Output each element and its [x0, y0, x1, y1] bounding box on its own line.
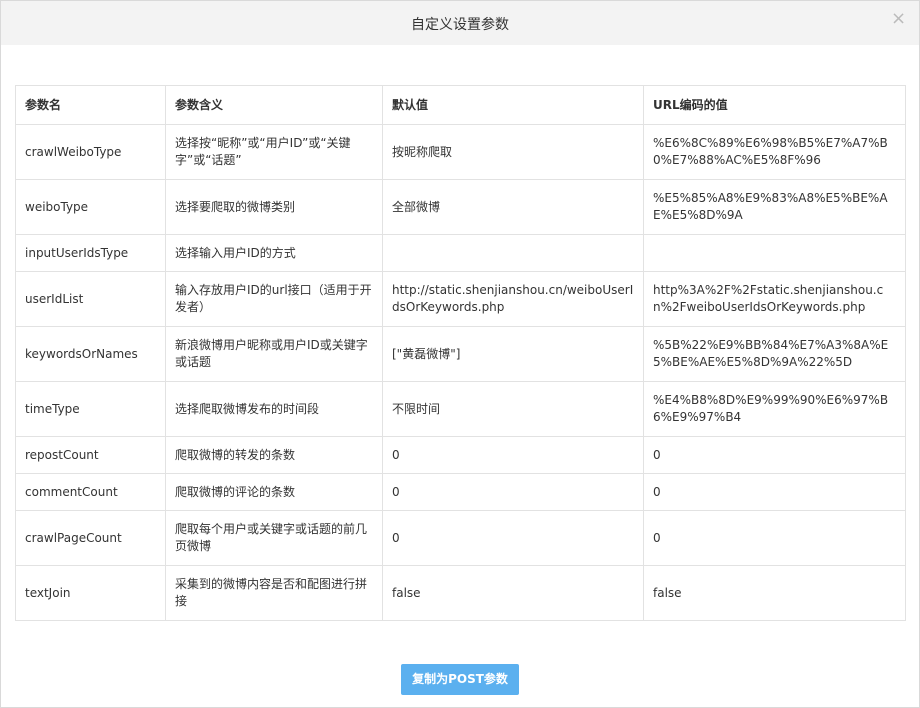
encoded-value-cell: 0: [643, 436, 906, 474]
default-value-cell: 全部微博: [382, 179, 644, 235]
param-name-cell: keywordsOrNames: [15, 326, 166, 382]
param-name-cell: inputUserIdsType: [15, 234, 166, 272]
table-row: crawlPageCount 爬取每个用户或关键字或话题的前几页微博 0 0: [15, 510, 906, 566]
table-row: weiboType 选择要爬取的微博类别 全部微博 %E5%85%A8%E9%8…: [15, 179, 906, 235]
encoded-value-cell: %E5%85%A8%E9%83%A8%E5%BE%AE%E5%8D%9A: [643, 179, 906, 235]
default-value-cell: 不限时间: [382, 381, 644, 437]
default-value-cell: ["黄磊微博"]: [382, 326, 644, 382]
encoded-value-cell: http%3A%2F%2Fstatic.shenjianshou.cn%2Fwe…: [643, 271, 906, 327]
param-meaning-cell: 选择爬取微博发布的时间段: [165, 381, 383, 437]
param-name-cell: timeType: [15, 381, 166, 437]
param-meaning-cell: 选择要爬取的微博类别: [165, 179, 383, 235]
param-name-cell: repostCount: [15, 436, 166, 474]
column-header-param-name: 参数名: [15, 85, 166, 125]
default-value-cell: http://static.shenjianshou.cn/weiboUserI…: [382, 271, 644, 327]
dialog-header: 自定义设置参数 ×: [1, 1, 919, 45]
param-name-cell: weiboType: [15, 179, 166, 235]
default-value-cell: [382, 234, 644, 272]
encoded-value-cell: [643, 234, 906, 272]
settings-dialog: 自定义设置参数 × 参数名 参数含义 默认值 URL编码的值 crawlWeib…: [0, 0, 920, 708]
param-name-cell: commentCount: [15, 473, 166, 511]
param-name-cell: crawlWeiboType: [15, 124, 166, 180]
default-value-cell: 0: [382, 473, 644, 511]
param-meaning-cell: 新浪微博用户昵称或用户ID或关键字或话题: [165, 326, 383, 382]
encoded-value-cell: 0: [643, 510, 906, 566]
close-icon[interactable]: ×: [891, 10, 906, 28]
table-row: repostCount 爬取微博的转发的条数 0 0: [15, 436, 906, 474]
encoded-value-cell: %E6%8C%89%E6%98%B5%E7%A7%B0%E7%88%AC%E5%…: [643, 124, 906, 180]
param-meaning-cell: 选择按“昵称”或“用户ID”或“关键字”或“话题”: [165, 124, 383, 180]
param-name-cell: userIdList: [15, 271, 166, 327]
params-table-wrapper: 参数名 参数含义 默认值 URL编码的值 crawlWeiboType 选择按“…: [15, 85, 906, 621]
encoded-value-cell: false: [643, 565, 906, 621]
default-value-cell: 按昵称爬取: [382, 124, 644, 180]
param-name-cell: textJoin: [15, 565, 166, 621]
footer-actions: 复制为POST参数: [1, 664, 919, 695]
table-row: textJoin 采集到的微博内容是否和配图进行拼接 false false: [15, 565, 906, 621]
default-value-cell: 0: [382, 510, 644, 566]
param-meaning-cell: 选择输入用户ID的方式: [165, 234, 383, 272]
copy-as-post-params-button[interactable]: 复制为POST参数: [401, 664, 519, 695]
default-value-cell: 0: [382, 436, 644, 474]
encoded-value-cell: 0: [643, 473, 906, 511]
column-header-param-meaning: 参数含义: [165, 85, 383, 125]
param-meaning-cell: 输入存放用户ID的url接口（适用于开发者）: [165, 271, 383, 327]
encoded-value-cell: %5B%22%E9%BB%84%E7%A3%8A%E5%BE%AE%E5%8D%…: [643, 326, 906, 382]
table-row: userIdList 输入存放用户ID的url接口（适用于开发者） http:/…: [15, 271, 906, 327]
column-header-url-encoded-value: URL编码的值: [643, 85, 906, 125]
default-value-cell: false: [382, 565, 644, 621]
param-meaning-cell: 爬取每个用户或关键字或话题的前几页微博: [165, 510, 383, 566]
param-meaning-cell: 爬取微博的转发的条数: [165, 436, 383, 474]
param-meaning-cell: 采集到的微博内容是否和配图进行拼接: [165, 565, 383, 621]
table-row: inputUserIdsType 选择输入用户ID的方式: [15, 234, 906, 272]
column-header-default-value: 默认值: [382, 85, 644, 125]
params-table: 参数名 参数含义 默认值 URL编码的值 crawlWeiboType 选择按“…: [15, 85, 906, 621]
param-name-cell: crawlPageCount: [15, 510, 166, 566]
encoded-value-cell: %E4%B8%8D%E9%99%90%E6%97%B6%E9%97%B4: [643, 381, 906, 437]
table-header-row: 参数名 参数含义 默认值 URL编码的值: [15, 85, 906, 125]
table-row: crawlWeiboType 选择按“昵称”或“用户ID”或“关键字”或“话题”…: [15, 124, 906, 180]
table-row: keywordsOrNames 新浪微博用户昵称或用户ID或关键字或话题 ["黄…: [15, 326, 906, 382]
dialog-title: 自定义设置参数: [411, 17, 509, 33]
table-row: commentCount 爬取微博的评论的条数 0 0: [15, 473, 906, 511]
param-meaning-cell: 爬取微博的评论的条数: [165, 473, 383, 511]
table-row: timeType 选择爬取微博发布的时间段 不限时间 %E4%B8%8D%E9%…: [15, 381, 906, 437]
